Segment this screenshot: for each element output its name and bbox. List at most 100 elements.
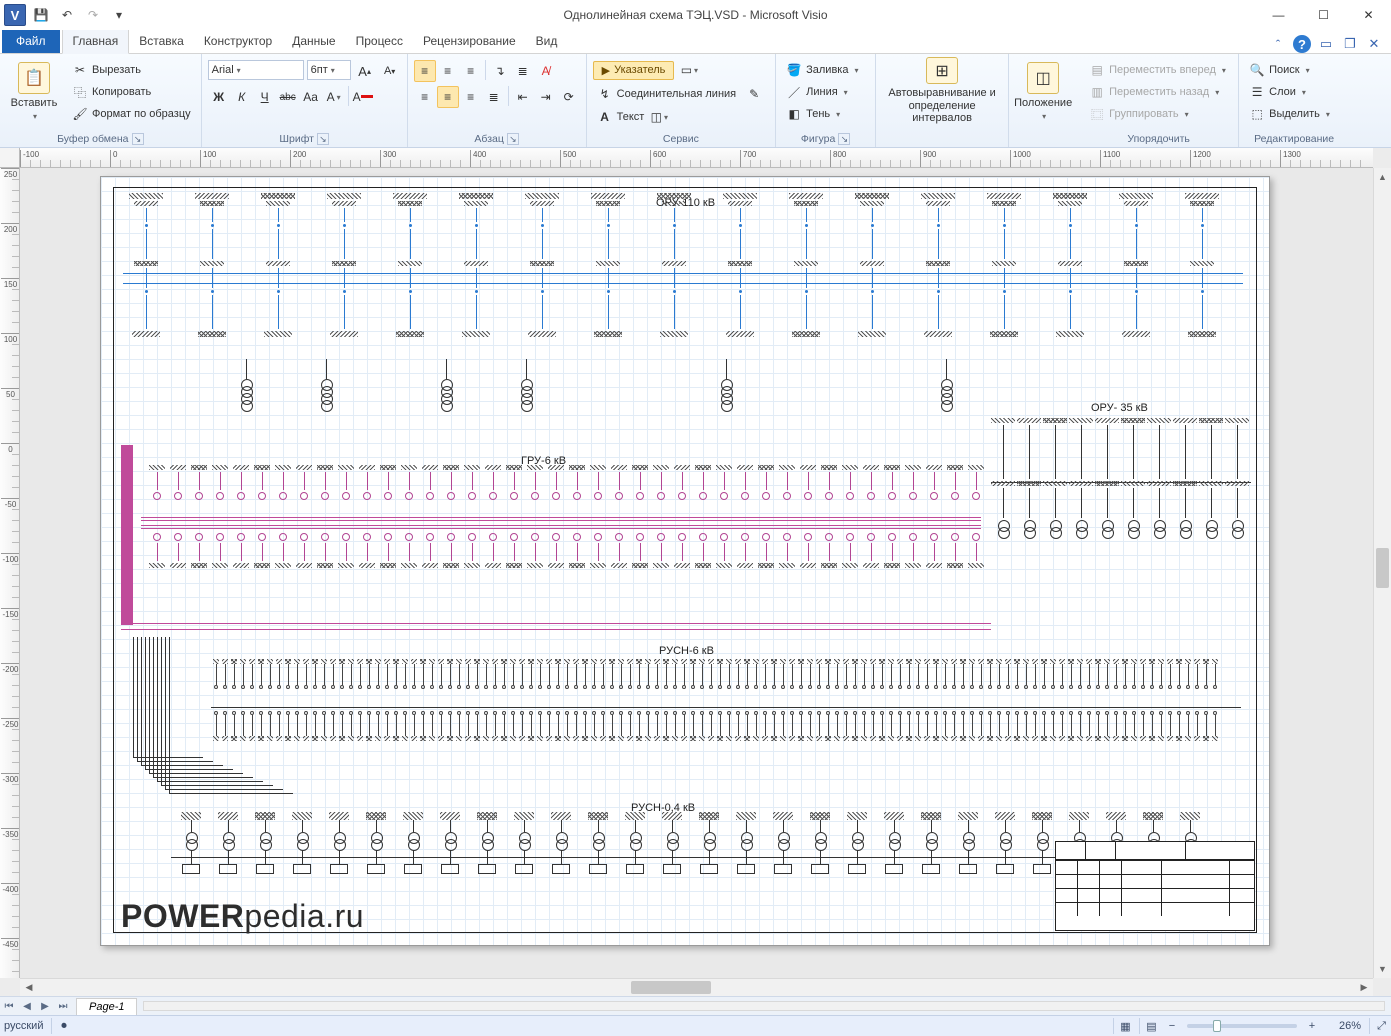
- page-last-button[interactable]: ⏭: [54, 997, 72, 1015]
- freeform-tool-button[interactable]: ✎: [743, 83, 765, 105]
- paste-button[interactable]: 📋 Вставить ▾: [6, 56, 62, 126]
- zoom-value[interactable]: 26%: [1327, 1020, 1361, 1032]
- align-bottom-button[interactable]: ≡: [460, 60, 482, 82]
- dialog-launcher-icon[interactable]: ↘: [507, 133, 519, 145]
- canvas-viewport[interactable]: ОРУ-110 кВ ОРУ- 35 кВ ГРУ-6 кВ РУСН-6 кВ…: [20, 168, 1373, 978]
- decrease-indent-button[interactable]: ⇤: [512, 86, 534, 108]
- find-button[interactable]: 🔍Поиск▾: [1245, 60, 1314, 80]
- font-family-combo[interactable]: Arial▾: [208, 60, 304, 80]
- tab-process[interactable]: Процесс: [346, 30, 413, 53]
- macro-record-button[interactable]: ⏺: [51, 1018, 69, 1034]
- ribbon-minimize-button[interactable]: ˆ: [1269, 35, 1287, 53]
- connector-tool-button[interactable]: ↯Соединительная линия✎: [593, 84, 769, 104]
- align-middle-button[interactable]: ≡: [437, 60, 459, 82]
- font-color-button[interactable]: A: [352, 86, 374, 108]
- page-prev-button[interactable]: ◀: [18, 997, 36, 1015]
- page-tabs-scroll[interactable]: [143, 1001, 1385, 1011]
- cut-button[interactable]: ✂Вырезать: [68, 60, 195, 80]
- help-button[interactable]: ?: [1293, 35, 1311, 53]
- tab-view[interactable]: Вид: [526, 30, 568, 53]
- minimize-button[interactable]: —: [1256, 0, 1301, 30]
- qat-redo-button[interactable]: ↷: [82, 4, 104, 26]
- bring-forward-button[interactable]: ▤Переместить вперед▾: [1085, 60, 1230, 80]
- scroll-left-button[interactable]: ◀: [20, 979, 38, 997]
- busbar-rusn6: [211, 707, 1241, 708]
- tab-design[interactable]: Конструктор: [194, 30, 282, 53]
- align-left-button[interactable]: ≡: [414, 86, 436, 108]
- text-tool-button[interactable]: AТекст◫▾: [593, 107, 675, 127]
- strike-button[interactable]: abc: [277, 86, 299, 108]
- line-button[interactable]: ／Линия▾: [782, 82, 852, 102]
- font-size-grow-icon[interactable]: A▾: [323, 86, 345, 108]
- text-direction-button[interactable]: ↴: [489, 60, 511, 82]
- underline-button[interactable]: Ч: [254, 86, 276, 108]
- dialog-launcher-icon[interactable]: ↘: [132, 133, 144, 145]
- change-case-button[interactable]: Aa: [300, 86, 322, 108]
- qat-customize-button[interactable]: ▾: [108, 4, 130, 26]
- maximize-button[interactable]: ☐: [1301, 0, 1346, 30]
- status-language[interactable]: русский: [4, 1020, 43, 1032]
- pointer-tool-button[interactable]: ▶Указатель: [593, 61, 675, 80]
- justify-button[interactable]: ≣: [483, 86, 505, 108]
- drawing-page[interactable]: ОРУ-110 кВ ОРУ- 35 кВ ГРУ-6 кВ РУСН-6 кВ…: [100, 176, 1270, 946]
- page-next-button[interactable]: ▶: [36, 997, 54, 1015]
- group-button[interactable]: ⿴Группировать▾: [1085, 104, 1193, 124]
- layers-button[interactable]: ☰Слои▾: [1245, 82, 1310, 102]
- tab-data[interactable]: Данные: [282, 30, 345, 53]
- qat-save-button[interactable]: 💾: [30, 4, 52, 26]
- zoom-slider[interactable]: [1187, 1024, 1297, 1028]
- rotate-text-button[interactable]: ⟳: [558, 86, 580, 108]
- hscroll-thumb[interactable]: [631, 981, 711, 994]
- window-restore-icon[interactable]: ❐: [1341, 35, 1359, 53]
- fit-to-window-button[interactable]: ⤢: [1369, 1018, 1387, 1034]
- zoom-in-button[interactable]: +: [1305, 1020, 1319, 1032]
- tab-file[interactable]: Файл: [2, 30, 60, 53]
- vertical-scrollbar[interactable]: ▲ ▼: [1373, 168, 1391, 978]
- scroll-down-button[interactable]: ▼: [1374, 960, 1391, 978]
- increase-indent-button[interactable]: ⇥: [535, 86, 557, 108]
- page-first-button[interactable]: ⏮: [0, 997, 18, 1015]
- auto-align-button[interactable]: ⊞ Автовыравнивание и определение интерва…: [882, 56, 1002, 126]
- align-center-button[interactable]: ≡: [437, 86, 459, 108]
- italic-button[interactable]: К: [231, 86, 253, 108]
- select-button[interactable]: ⬚Выделить▾: [1245, 104, 1334, 124]
- copy-button[interactable]: ⿻Копировать: [68, 82, 195, 102]
- close-button[interactable]: ✕: [1346, 0, 1391, 30]
- zoom-slider-thumb[interactable]: [1213, 1020, 1221, 1032]
- grow-font-button[interactable]: A▴: [354, 60, 376, 82]
- crop-tool-button[interactable]: ◫▾: [648, 106, 670, 128]
- align-right-button[interactable]: ≡: [460, 86, 482, 108]
- shadow-button[interactable]: ◧Тень▾: [782, 104, 844, 124]
- bold-button[interactable]: Ж: [208, 86, 230, 108]
- position-button[interactable]: ◫ Положение▾: [1015, 56, 1071, 126]
- vscroll-thumb[interactable]: [1376, 548, 1389, 588]
- zoom-out-button[interactable]: −: [1165, 1020, 1179, 1032]
- qat-undo-button[interactable]: ↶: [56, 4, 78, 26]
- dialog-launcher-icon[interactable]: ↘: [317, 133, 329, 145]
- ribbon-display-options[interactable]: ▭: [1317, 35, 1335, 53]
- format-painter-button[interactable]: 🖌Формат по образцу: [68, 104, 195, 124]
- font-size-combo[interactable]: 6пт▾: [307, 60, 351, 80]
- send-backward-button[interactable]: ▥Переместить назад▾: [1085, 82, 1223, 102]
- fill-button[interactable]: 🪣Заливка▾: [782, 60, 862, 80]
- shrink-font-button[interactable]: A▾: [379, 60, 401, 82]
- normal-view-button[interactable]: ▤: [1139, 1018, 1157, 1034]
- tab-home[interactable]: Главная: [62, 29, 130, 54]
- tab-insert[interactable]: Вставка: [129, 30, 194, 53]
- presentation-mode-button[interactable]: ▦: [1113, 1018, 1131, 1034]
- scroll-up-button[interactable]: ▲: [1374, 168, 1391, 186]
- page-tab-1[interactable]: Page-1: [76, 998, 137, 1015]
- align-top-button[interactable]: ≡: [414, 60, 436, 82]
- window-close-small[interactable]: ✕: [1365, 35, 1383, 53]
- clear-format-button[interactable]: A̸: [535, 60, 557, 82]
- rectangle-tool-button[interactable]: ▭▾: [678, 59, 700, 81]
- app-icon[interactable]: V: [4, 4, 26, 26]
- bullets-button[interactable]: ≣: [512, 60, 534, 82]
- scroll-right-button[interactable]: ▶: [1355, 979, 1373, 997]
- horizontal-scrollbar[interactable]: ◀ ▶: [20, 978, 1373, 996]
- ruler-corner[interactable]: [0, 148, 20, 168]
- dialog-launcher-icon[interactable]: ↘: [838, 133, 850, 145]
- ruler-horizontal[interactable]: -100010020030040050060070080090010001100…: [20, 148, 1373, 168]
- tab-review[interactable]: Рецензирование: [413, 30, 526, 53]
- ruler-vertical[interactable]: 250200150100500-50-100-150-200-250-300-3…: [0, 168, 20, 978]
